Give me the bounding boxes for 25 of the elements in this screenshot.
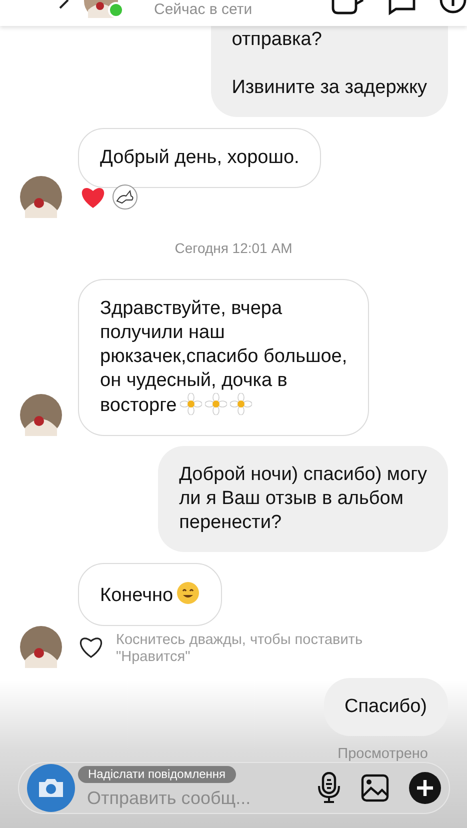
received-message: Здравствуйте, вчера получили наш рюкзачек,спасибо большое, он чудесный, дочка в восторге [78,279,370,436]
sent-message: Спасибо) [324,678,448,736]
smiley-icon [176,581,200,605]
overlay-input-field: Надіслати повідомлення [78,766,236,783]
received-message: Добрый день, хорошо. [78,128,322,188]
sent-message: Доброй ночи) спасибо) могу ли я Ваш отзыв в альбом перенести? [158,446,448,552]
microphone-icon[interactable] [317,772,341,804]
heart-outline-icon[interactable] [78,636,104,659]
seen-status: Просмотрено [336,746,429,762]
sent-message: отправка? Извините за задержку [210,26,448,117]
camera-icon [37,777,65,799]
info-icon[interactable] [439,0,467,16]
date-separator: Сегодня 12:01 AM [174,240,294,256]
plus-button-icon[interactable] [409,772,441,804]
daisy-icon [204,393,227,415]
daisy-icon [180,393,202,415]
daisy-icon [230,393,252,415]
like-hint-text: Коснитесь дважды, чтобы поставить "Нравится" [116,632,364,666]
placeholder-text: Отправить сообщ... [87,788,251,809]
heart-icon[interactable] [80,186,106,208]
status-text: Сейчас в сети [154,1,252,18]
camera-button[interactable] [27,764,75,812]
video-call-icon[interactable] [331,0,365,16]
received-message: Конечно [78,563,222,626]
image-icon[interactable] [361,774,389,802]
